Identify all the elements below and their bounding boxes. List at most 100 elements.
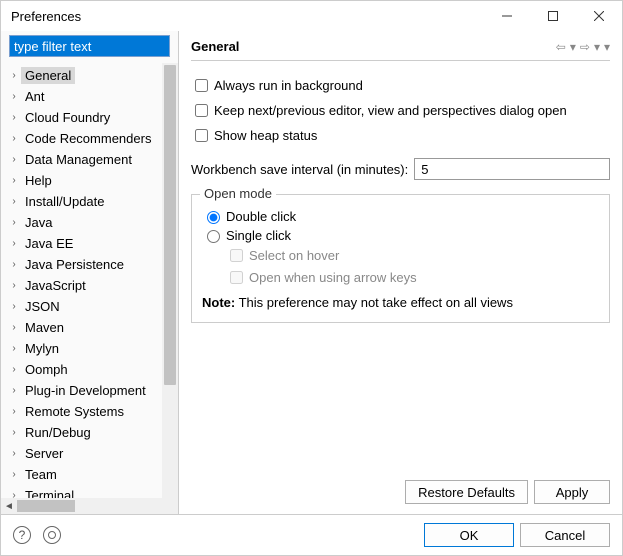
tree-item[interactable]: ›Java Persistence (7, 254, 178, 275)
expand-icon[interactable]: › (7, 364, 21, 375)
expand-icon[interactable]: › (7, 70, 21, 81)
tree-item-label: Install/Update (21, 193, 109, 210)
expand-icon[interactable]: › (7, 406, 21, 417)
save-interval-input[interactable] (414, 158, 610, 180)
expand-icon[interactable]: › (7, 448, 21, 459)
tree-item[interactable]: ›JSON (7, 296, 178, 317)
tree-item[interactable]: ›Data Management (7, 149, 178, 170)
tree-item-label: Run/Debug (21, 424, 95, 441)
tree-item-label: Java Persistence (21, 256, 128, 273)
expand-icon[interactable]: › (7, 385, 21, 396)
help-icon[interactable]: ? (13, 526, 31, 544)
expand-icon[interactable]: › (7, 175, 21, 186)
tree-item[interactable]: ›Plug-in Development (7, 380, 178, 401)
filter-input[interactable] (9, 35, 170, 57)
view-menu-icon[interactable]: ▾ (604, 40, 610, 54)
tree-item[interactable]: ›Server (7, 443, 178, 464)
expand-icon[interactable]: › (7, 217, 21, 228)
preference-tree[interactable]: ›General›Ant›Cloud Foundry›Code Recommen… (1, 63, 178, 498)
window-title: Preferences (11, 9, 484, 24)
back-menu-icon[interactable]: ▾ (570, 40, 576, 54)
open-mode-note: Note: This preference may not take effec… (202, 295, 599, 310)
tree-item-label: Ant (21, 88, 49, 105)
show-heap-label: Show heap status (214, 128, 317, 143)
expand-icon[interactable]: › (7, 154, 21, 165)
restore-defaults-button[interactable]: Restore Defaults (405, 480, 528, 504)
open-mode-title: Open mode (200, 186, 276, 201)
expand-icon[interactable]: › (7, 91, 21, 102)
close-button[interactable] (576, 1, 622, 31)
expand-icon[interactable]: › (7, 427, 21, 438)
tree-item[interactable]: ›Install/Update (7, 191, 178, 212)
open-mode-group: Open mode Double click Single click Sele… (191, 194, 610, 323)
page-title: General (191, 39, 556, 54)
back-icon[interactable]: ⇦ (556, 40, 566, 54)
show-heap-checkbox[interactable] (195, 129, 208, 142)
import-export-icon[interactable] (43, 526, 61, 544)
tree-item-label: JSON (21, 298, 64, 315)
titlebar: Preferences (1, 1, 622, 31)
expand-icon[interactable]: › (7, 238, 21, 249)
double-click-label: Double click (226, 209, 296, 224)
single-click-radio[interactable] (207, 230, 220, 243)
tree-item[interactable]: ›JavaScript (7, 275, 178, 296)
page-nav-icons: ⇦ ▾ ⇨ ▾ ▾ (556, 40, 610, 54)
expand-icon[interactable]: › (7, 259, 21, 270)
maximize-button[interactable] (530, 1, 576, 31)
tree-item-label: Oomph (21, 361, 72, 378)
expand-icon[interactable]: › (7, 343, 21, 354)
tree-item[interactable]: ›Mylyn (7, 338, 178, 359)
tree-item-label: Terminal (21, 487, 78, 498)
expand-icon[interactable]: › (7, 112, 21, 123)
horizontal-scrollbar[interactable]: ◄ (1, 498, 178, 514)
tree-item-label: Cloud Foundry (21, 109, 114, 126)
expand-icon[interactable]: › (7, 301, 21, 312)
expand-icon[interactable]: › (7, 469, 21, 480)
tree-item[interactable]: ›Run/Debug (7, 422, 178, 443)
tree-item[interactable]: ›Team (7, 464, 178, 485)
forward-icon[interactable]: ⇨ (580, 40, 590, 54)
tree-item[interactable]: ›Java (7, 212, 178, 233)
tree-item-label: Team (21, 466, 61, 483)
tree-item[interactable]: ›Terminal (7, 485, 178, 498)
double-click-radio[interactable] (207, 211, 220, 224)
single-click-label: Single click (226, 228, 291, 243)
ok-button[interactable]: OK (424, 523, 514, 547)
tree-item-label: Plug-in Development (21, 382, 150, 399)
tree-item-label: Remote Systems (21, 403, 128, 420)
tree-item-label: Mylyn (21, 340, 63, 357)
tree-item-label: Code Recommenders (21, 130, 155, 147)
preference-page: General ⇦ ▾ ⇨ ▾ ▾ Always run in backgrou… (179, 31, 622, 514)
expand-icon[interactable]: › (7, 322, 21, 333)
tree-item-label: Data Management (21, 151, 136, 168)
keep-dialog-open-checkbox[interactable] (195, 104, 208, 117)
vertical-scrollbar[interactable] (162, 63, 178, 498)
tree-item[interactable]: ›Ant (7, 86, 178, 107)
apply-button[interactable]: Apply (534, 480, 610, 504)
forward-menu-icon[interactable]: ▾ (594, 40, 600, 54)
select-on-hover-label: Select on hover (249, 248, 339, 263)
tree-item[interactable]: ›Help (7, 170, 178, 191)
tree-item-label: Help (21, 172, 56, 189)
tree-item-label: JavaScript (21, 277, 90, 294)
cancel-button[interactable]: Cancel (520, 523, 610, 547)
tree-item[interactable]: ›Oomph (7, 359, 178, 380)
tree-item[interactable]: ›Cloud Foundry (7, 107, 178, 128)
expand-icon[interactable]: › (7, 196, 21, 207)
tree-item-label: Maven (21, 319, 68, 336)
tree-item[interactable]: ›Java EE (7, 233, 178, 254)
expand-icon[interactable]: › (7, 490, 21, 498)
expand-icon[interactable]: › (7, 133, 21, 144)
minimize-button[interactable] (484, 1, 530, 31)
tree-item[interactable]: ›Maven (7, 317, 178, 338)
tree-item[interactable]: ›Remote Systems (7, 401, 178, 422)
dialog-footer: ? OK Cancel (1, 514, 622, 555)
tree-item[interactable]: ›Code Recommenders (7, 128, 178, 149)
select-on-hover-checkbox (230, 249, 243, 262)
expand-icon[interactable]: › (7, 280, 21, 291)
tree-item-label: General (21, 67, 75, 84)
save-interval-label: Workbench save interval (in minutes): (191, 162, 408, 177)
tree-item[interactable]: ›General (7, 65, 178, 86)
always-run-background-label: Always run in background (214, 78, 363, 93)
always-run-background-checkbox[interactable] (195, 79, 208, 92)
